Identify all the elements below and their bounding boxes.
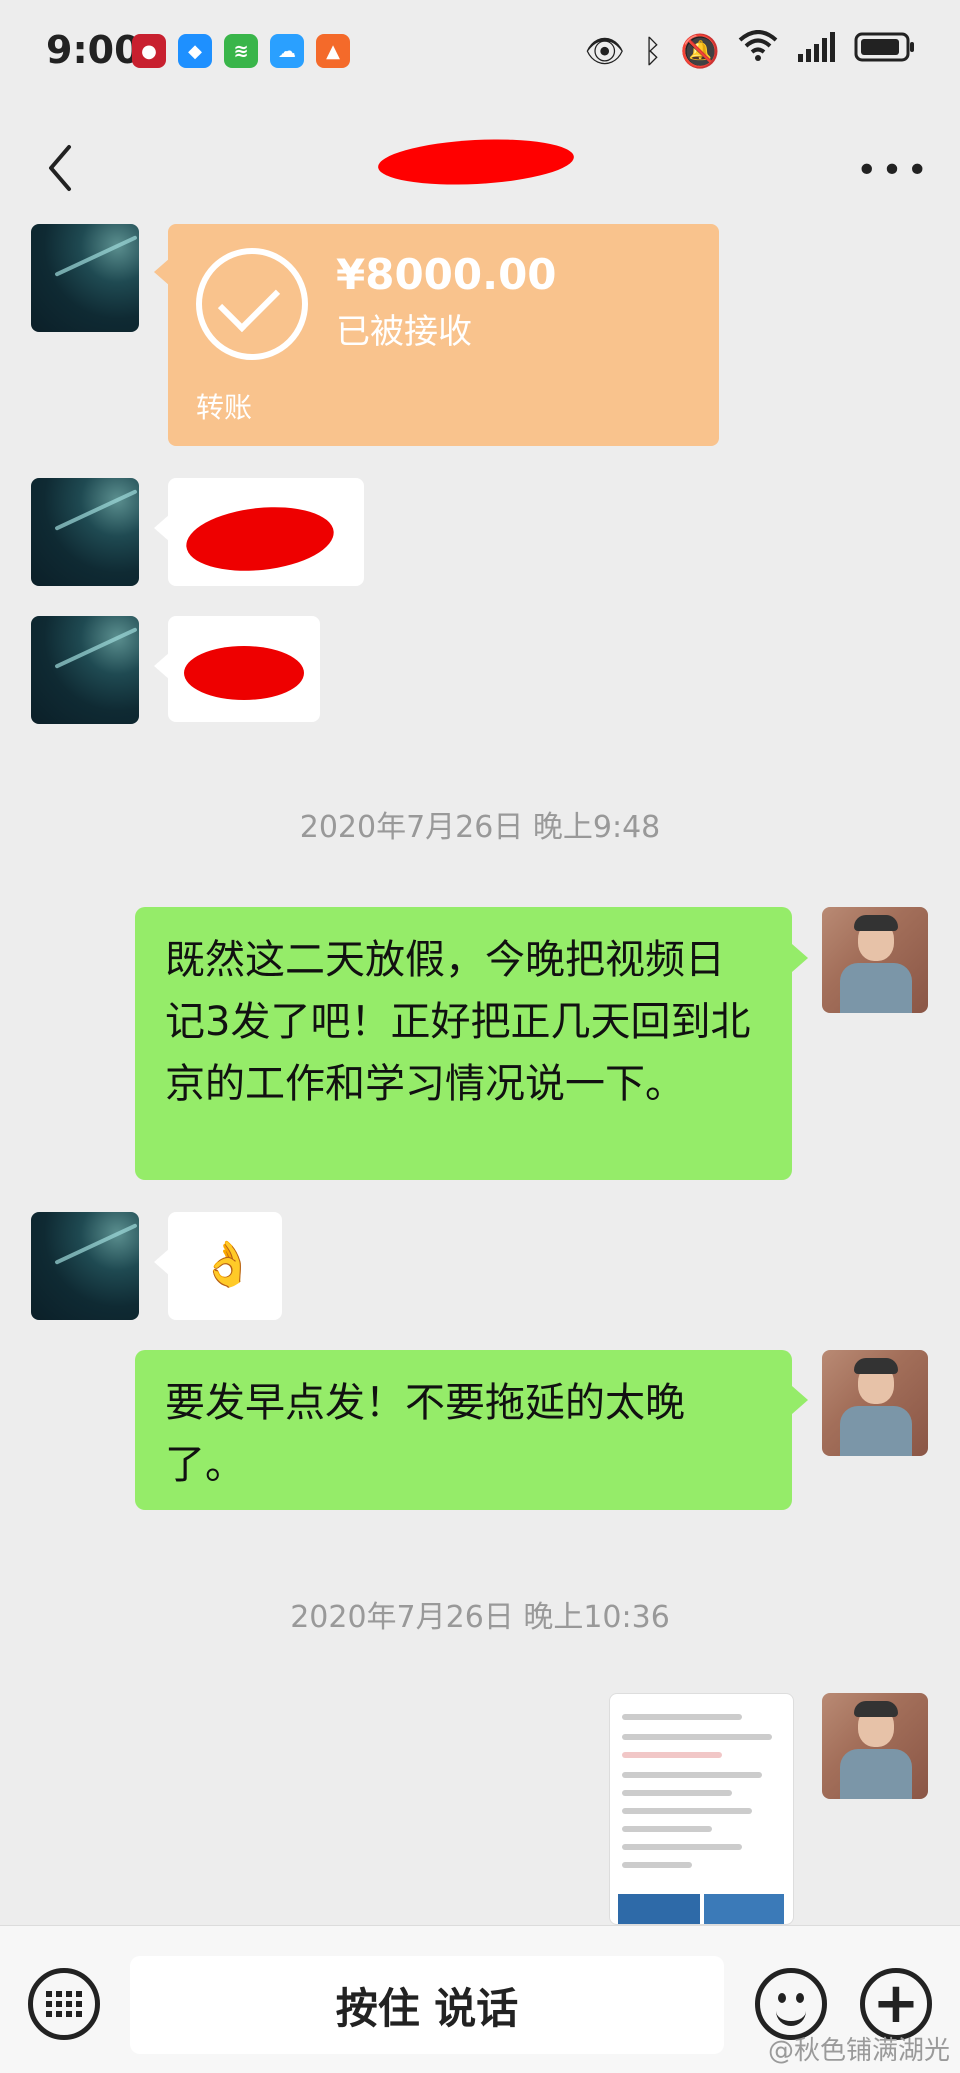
- more-dots-icon[interactable]: •••: [856, 150, 928, 191]
- mute-icon: 🔕: [680, 31, 720, 70]
- bluetooth-icon: ᛒ: [642, 31, 663, 70]
- notification-app-icons: ● ◆ ≋ ☁ ▲: [132, 34, 350, 68]
- bubble-tail: [792, 944, 808, 972]
- watermark: @秋色铺满湖光: [767, 2036, 950, 2066]
- system-icons: 👁 ᛒ 🔕: [584, 30, 916, 71]
- wifi-app-icon: ≋: [224, 34, 258, 68]
- chat-app-icon: ◆: [178, 34, 212, 68]
- transfer-label: 转账: [196, 391, 253, 424]
- user-avatar[interactable]: [822, 1693, 928, 1799]
- user-avatar[interactable]: [822, 907, 928, 1013]
- title-redaction: [376, 134, 576, 190]
- signal-icon: [796, 31, 836, 71]
- cloud-app-icon: ☁: [270, 34, 304, 68]
- redaction-mark: [184, 646, 304, 700]
- check-circle-icon: [196, 248, 308, 360]
- sky-app-icon: ▲: [316, 34, 350, 68]
- message-bubble-outgoing[interactable]: 既然这二天放假，今晚把视频日记3发了吧！正好把正几天回到北京的工作和学习情况说一…: [135, 907, 792, 1180]
- image-message[interactable]: [609, 1693, 794, 1925]
- battery-icon: [854, 31, 916, 71]
- status-time: 9:00: [46, 28, 141, 72]
- message-timestamp: 2020年7月26日 晚上10:36: [290, 1600, 670, 1635]
- contact-avatar[interactable]: [31, 1212, 139, 1320]
- bubble-tail: [792, 1386, 808, 1414]
- chevron-left-icon[interactable]: [30, 138, 90, 198]
- bank-app-icon: ●: [132, 34, 166, 68]
- wifi-icon: [738, 30, 778, 71]
- hold-to-talk-button[interactable]: 按住 说话: [130, 1956, 724, 2054]
- contact-avatar[interactable]: [31, 616, 139, 724]
- transfer-amount: ¥8000.00: [336, 250, 557, 299]
- contact-avatar[interactable]: [31, 224, 139, 332]
- chat-header: •••: [0, 110, 960, 230]
- eye-icon: 👁: [584, 31, 625, 70]
- message-bubble-outgoing[interactable]: 要发早点发！不要拖延的太晚了。: [135, 1350, 792, 1510]
- status-bar: 9:00 ● ◆ ≋ ☁ ▲ 👁 ᛒ 🔕: [0, 0, 960, 110]
- keyboard-icon[interactable]: [28, 1968, 100, 2040]
- transfer-status: 已被接收: [336, 312, 472, 352]
- ok-hand-emoji: 👌: [200, 1239, 255, 1290]
- message-timestamp: 2020年7月26日 晚上9:48: [299, 810, 661, 845]
- user-avatar[interactable]: [822, 1350, 928, 1456]
- contact-avatar[interactable]: [31, 478, 139, 586]
